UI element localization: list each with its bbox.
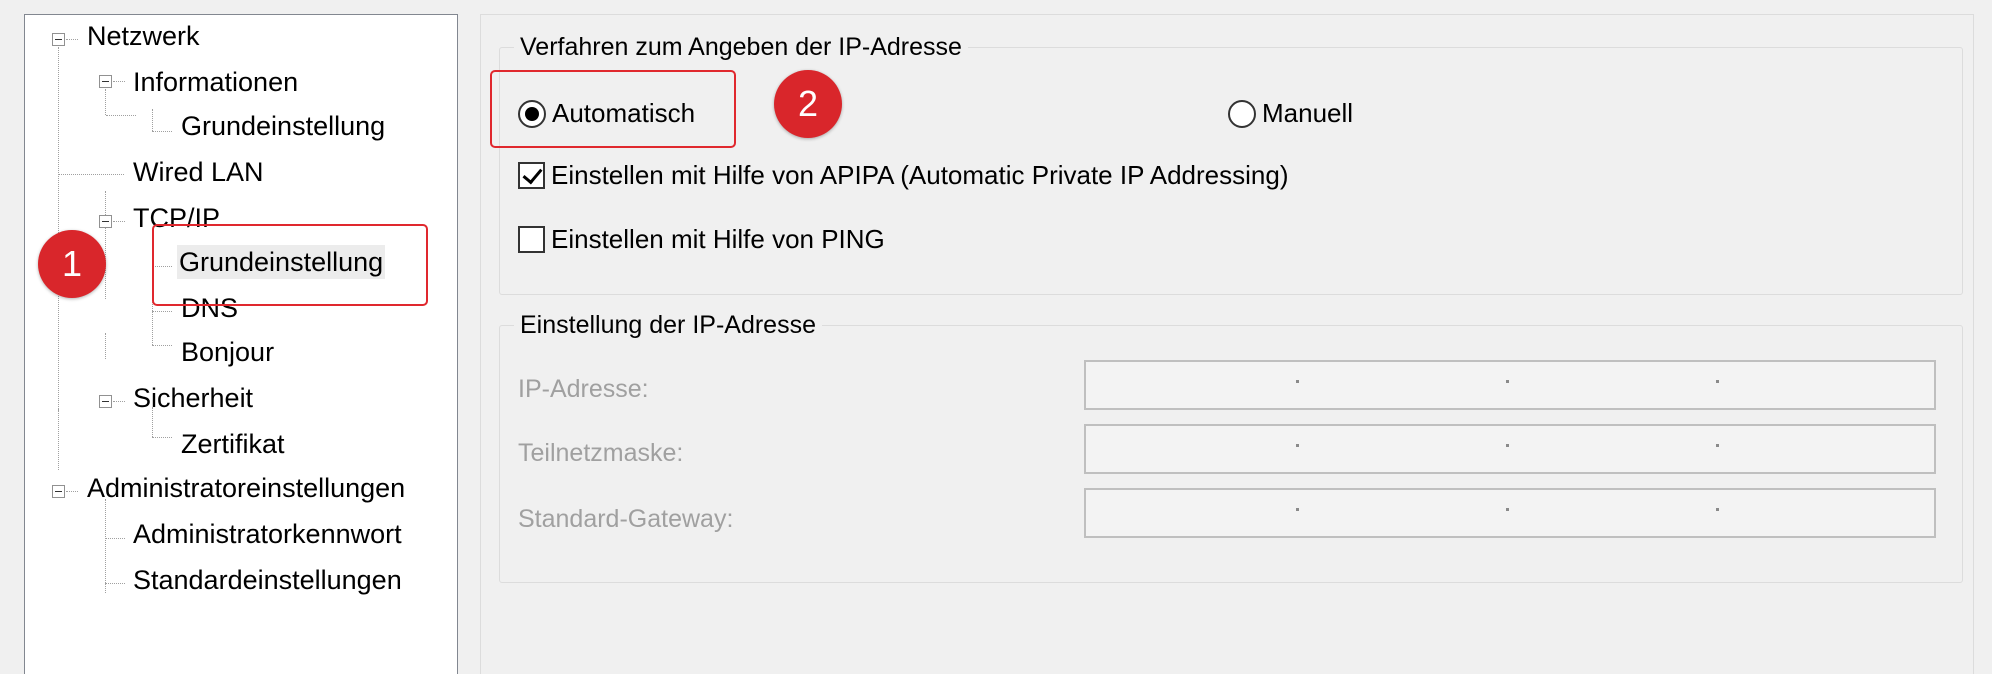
tree-branch-line — [105, 583, 125, 584]
gateway-input[interactable] — [1084, 488, 1936, 538]
tree-item-sicherheit[interactable]: Sicherheit — [131, 381, 255, 415]
subnet-mask-label: Teilnetzmaske: — [518, 439, 684, 467]
tree-guide-line — [105, 89, 106, 115]
ip-separator — [1296, 380, 1299, 383]
ip-separator — [1296, 444, 1299, 447]
tree-branch-line — [59, 174, 124, 175]
tree-guide-line — [152, 109, 153, 131]
tree-branch-line — [66, 39, 78, 40]
checkbox-apipa[interactable]: Einstellen mit Hilfe von APIPA (Automati… — [518, 160, 1288, 191]
ip-settings-group: Einstellung der IP-Adresse IP-Adresse: T… — [499, 308, 1963, 583]
ip-separator — [1716, 444, 1719, 447]
tree-branch-line — [105, 538, 125, 539]
collapse-icon[interactable] — [99, 215, 112, 228]
tree-branch-line — [66, 491, 78, 492]
tree-item-bonjour[interactable]: Bonjour — [179, 335, 276, 369]
annotation-badge-1: 1 — [38, 230, 106, 298]
tree-guide-line — [58, 409, 59, 470]
tree-item-administratorkennwort[interactable]: Administratorkennwort — [131, 517, 404, 551]
checkbox-ping-box[interactable] — [518, 226, 545, 253]
ip-separator — [1296, 508, 1299, 511]
radio-manuell[interactable]: Manuell — [1228, 98, 1353, 129]
gateway-label: Standard-Gateway: — [518, 505, 734, 533]
tree-branch-line — [113, 221, 125, 222]
checkbox-apipa-box[interactable] — [518, 162, 545, 189]
tree-guide-line — [152, 407, 153, 437]
checkmark-icon — [522, 163, 543, 185]
ip-separator — [1716, 380, 1719, 383]
collapse-icon[interactable] — [52, 33, 65, 46]
ip-method-group-title: Verfahren zum Angeben der IP-Adresse — [514, 30, 968, 64]
tree-item-informationen[interactable]: Informationen — [131, 65, 300, 99]
tree-branch-line — [113, 401, 125, 402]
tree-guide-line — [105, 191, 106, 299]
ip-settings-group-title: Einstellung der IP-Adresse — [514, 308, 822, 342]
collapse-icon[interactable] — [99, 395, 112, 408]
tree-item-wired-lan[interactable]: Wired LAN — [131, 155, 266, 189]
ip-address-label: IP-Adresse: — [518, 375, 649, 403]
collapse-icon[interactable] — [99, 75, 112, 88]
ip-separator — [1506, 444, 1509, 447]
tree-branch-line — [113, 81, 125, 82]
ip-address-input[interactable] — [1084, 360, 1936, 410]
radio-manuell-label: Manuell — [1262, 98, 1354, 128]
tree-item-netzwerk[interactable]: Netzwerk — [85, 19, 202, 53]
tree-branch-line — [152, 311, 172, 312]
tree-item-standardeinstellungen[interactable]: Standardeinstellungen — [131, 563, 404, 597]
ip-separator — [1506, 380, 1509, 383]
subnet-mask-input[interactable] — [1084, 424, 1936, 474]
checkbox-ping[interactable]: Einstellen mit Hilfe von PING — [518, 224, 885, 255]
tree-guide-line — [105, 499, 106, 593]
tree-item-administratoreinstellungen[interactable]: Administratoreinstellungen — [85, 471, 407, 505]
ip-separator — [1716, 508, 1719, 511]
settings-tree: Netzwerk Informationen Grundeinstellung … — [24, 14, 458, 674]
annotation-badge-2: 2 — [774, 70, 842, 138]
tree-branch-line — [152, 437, 172, 438]
tree-item-informationen-grundeinstellung[interactable]: Grundeinstellung — [179, 109, 387, 143]
highlight-tree-selection — [152, 224, 428, 306]
checkbox-ping-label: Einstellen mit Hilfe von PING — [551, 224, 885, 254]
tree-branch-line — [152, 131, 172, 132]
tree-guide-line — [58, 47, 59, 411]
highlight-automatisch — [490, 70, 736, 148]
tree-branch-line — [106, 115, 136, 116]
radio-manuell-circle[interactable] — [1228, 99, 1256, 128]
ip-separator — [1506, 508, 1509, 511]
tree-guide-line — [105, 333, 106, 359]
tree-item-zertifikat[interactable]: Zertifikat — [179, 427, 287, 461]
collapse-icon[interactable] — [52, 485, 65, 498]
tree-branch-line — [152, 345, 172, 346]
checkbox-apipa-label: Einstellen mit Hilfe von APIPA (Automati… — [551, 160, 1289, 190]
